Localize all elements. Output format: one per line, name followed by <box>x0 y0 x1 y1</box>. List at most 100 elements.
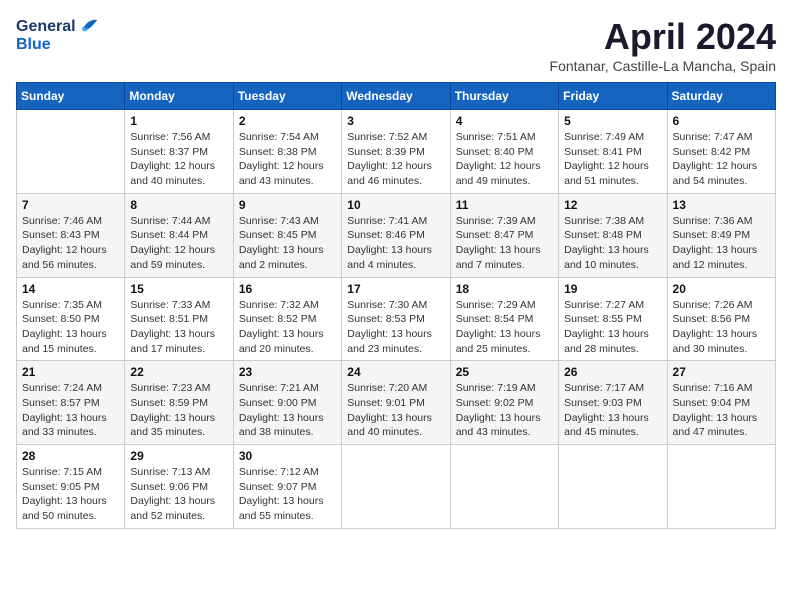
day-info: Sunrise: 7:19 AMSunset: 9:02 PMDaylight:… <box>456 381 553 440</box>
day-info: Sunrise: 7:29 AMSunset: 8:54 PMDaylight:… <box>456 298 553 357</box>
day-number: 19 <box>564 282 661 296</box>
calendar-cell: 27Sunrise: 7:16 AMSunset: 9:04 PMDayligh… <box>667 361 775 445</box>
day-info: Sunrise: 7:41 AMSunset: 8:46 PMDaylight:… <box>347 214 444 273</box>
calendar-cell: 9 Sunrise: 7:43 AMSunset: 8:45 PMDaylight… <box>233 193 341 277</box>
calendar-week-row: 1 Sunrise: 7:56 AMSunset: 8:37 PMDaylight… <box>17 110 776 194</box>
calendar-cell: 1 Sunrise: 7:56 AMSunset: 8:37 PMDaylight… <box>125 110 233 194</box>
calendar-cell: 20 Sunrise: 7:26 AMSunset: 8:56 PMDayligh… <box>667 277 775 361</box>
calendar-cell: 2 Sunrise: 7:54 AMSunset: 8:38 PMDaylight… <box>233 110 341 194</box>
day-number: 1 <box>130 114 227 128</box>
calendar-cell: 19 Sunrise: 7:27 AMSunset: 8:55 PMDayligh… <box>559 277 667 361</box>
col-monday: Monday <box>125 83 233 110</box>
calendar-week-row: 7Sunrise: 7:46 AMSunset: 8:43 PMDaylight… <box>17 193 776 277</box>
day-number: 2 <box>239 114 336 128</box>
day-number: 3 <box>347 114 444 128</box>
day-number: 17 <box>347 282 444 296</box>
day-info: Sunrise: 7:44 AMSunset: 8:44 PMDaylight:… <box>130 214 227 273</box>
day-number: 9 <box>239 198 336 212</box>
calendar-cell: 14 Sunrise: 7:35 AMSunset: 8:50 PMDayligh… <box>17 277 125 361</box>
calendar-header-row: Sunday Monday Tuesday Wednesday Thursday… <box>17 83 776 110</box>
day-info: Sunrise: 7:51 AMSunset: 8:40 PMDaylight:… <box>456 130 553 189</box>
page-header: General Blue April 2024 Fontanar, Castil… <box>16 16 776 74</box>
calendar-cell: 6Sunrise: 7:47 AMSunset: 8:42 PMDaylight… <box>667 110 775 194</box>
logo-text: General <box>16 16 100 38</box>
day-info: Sunrise: 7:27 AMSunset: 8:55 PMDaylight:… <box>564 298 661 357</box>
logo-bird-icon <box>78 16 100 38</box>
day-info: Sunrise: 7:13 AMSunset: 9:06 PMDaylight:… <box>130 465 227 524</box>
day-number: 20 <box>673 282 770 296</box>
day-info: Sunrise: 7:20 AMSunset: 9:01 PMDaylight:… <box>347 381 444 440</box>
calendar-week-row: 21Sunrise: 7:24 AMSunset: 8:57 PMDayligh… <box>17 361 776 445</box>
calendar-week-row: 28 Sunrise: 7:15 AMSunset: 9:05 PMDayligh… <box>17 445 776 529</box>
calendar-cell <box>450 445 558 529</box>
calendar-cell: 21Sunrise: 7:24 AMSunset: 8:57 PMDayligh… <box>17 361 125 445</box>
col-tuesday: Tuesday <box>233 83 341 110</box>
day-number: 26 <box>564 365 661 379</box>
month-title: April 2024 <box>550 16 776 58</box>
calendar-cell: 28 Sunrise: 7:15 AMSunset: 9:05 PMDayligh… <box>17 445 125 529</box>
day-number: 22 <box>130 365 227 379</box>
calendar-cell: 4 Sunrise: 7:51 AMSunset: 8:40 PMDaylight… <box>450 110 558 194</box>
day-number: 12 <box>564 198 661 212</box>
col-wednesday: Wednesday <box>342 83 450 110</box>
day-info: Sunrise: 7:12 AMSunset: 9:07 PMDaylight:… <box>239 465 336 524</box>
day-number: 10 <box>347 198 444 212</box>
day-info: Sunrise: 7:56 AMSunset: 8:37 PMDaylight:… <box>130 130 227 189</box>
col-thursday: Thursday <box>450 83 558 110</box>
day-number: 16 <box>239 282 336 296</box>
day-info: Sunrise: 7:35 AMSunset: 8:50 PMDaylight:… <box>22 298 119 357</box>
day-number: 28 <box>22 449 119 463</box>
day-info: Sunrise: 7:52 AMSunset: 8:39 PMDaylight:… <box>347 130 444 189</box>
day-info: Sunrise: 7:15 AMSunset: 9:05 PMDaylight:… <box>22 465 119 524</box>
calendar-week-row: 14 Sunrise: 7:35 AMSunset: 8:50 PMDayligh… <box>17 277 776 361</box>
day-info: Sunrise: 7:24 AMSunset: 8:57 PMDaylight:… <box>22 381 119 440</box>
day-info: Sunrise: 7:33 AMSunset: 8:51 PMDaylight:… <box>130 298 227 357</box>
logo-blue-text: Blue <box>16 36 100 54</box>
calendar-cell: 29 Sunrise: 7:13 AMSunset: 9:06 PMDayligh… <box>125 445 233 529</box>
calendar-cell: 16 Sunrise: 7:32 AMSunset: 8:52 PMDayligh… <box>233 277 341 361</box>
calendar-cell: 30Sunrise: 7:12 AMSunset: 9:07 PMDayligh… <box>233 445 341 529</box>
col-sunday: Sunday <box>17 83 125 110</box>
day-number: 25 <box>456 365 553 379</box>
day-info: Sunrise: 7:46 AMSunset: 8:43 PMDaylight:… <box>22 214 119 273</box>
day-number: 14 <box>22 282 119 296</box>
calendar-cell: 23Sunrise: 7:21 AMSunset: 9:00 PMDayligh… <box>233 361 341 445</box>
calendar-cell: 10 Sunrise: 7:41 AMSunset: 8:46 PMDayligh… <box>342 193 450 277</box>
day-info: Sunrise: 7:21 AMSunset: 9:00 PMDaylight:… <box>239 381 336 440</box>
day-info: Sunrise: 7:47 AMSunset: 8:42 PMDaylight:… <box>673 130 770 189</box>
day-info: Sunrise: 7:26 AMSunset: 8:56 PMDaylight:… <box>673 298 770 357</box>
calendar-cell: 11 Sunrise: 7:39 AMSunset: 8:47 PMDayligh… <box>450 193 558 277</box>
calendar-cell <box>17 110 125 194</box>
day-info: Sunrise: 7:39 AMSunset: 8:47 PMDaylight:… <box>456 214 553 273</box>
day-number: 4 <box>456 114 553 128</box>
day-number: 29 <box>130 449 227 463</box>
calendar-cell: 25 Sunrise: 7:19 AMSunset: 9:02 PMDayligh… <box>450 361 558 445</box>
calendar-cell <box>342 445 450 529</box>
calendar-cell: 15 Sunrise: 7:33 AMSunset: 8:51 PMDayligh… <box>125 277 233 361</box>
day-info: Sunrise: 7:32 AMSunset: 8:52 PMDaylight:… <box>239 298 336 357</box>
day-number: 18 <box>456 282 553 296</box>
day-number: 5 <box>564 114 661 128</box>
day-number: 13 <box>673 198 770 212</box>
day-number: 15 <box>130 282 227 296</box>
day-info: Sunrise: 7:54 AMSunset: 8:38 PMDaylight:… <box>239 130 336 189</box>
calendar-table: Sunday Monday Tuesday Wednesday Thursday… <box>16 82 776 529</box>
logo: General Blue <box>16 16 100 54</box>
calendar-cell: 8Sunrise: 7:44 AMSunset: 8:44 PMDaylight… <box>125 193 233 277</box>
day-info: Sunrise: 7:16 AMSunset: 9:04 PMDaylight:… <box>673 381 770 440</box>
title-block: April 2024 Fontanar, Castille-La Mancha,… <box>550 16 776 74</box>
calendar-cell: 18 Sunrise: 7:29 AMSunset: 8:54 PMDayligh… <box>450 277 558 361</box>
day-info: Sunrise: 7:49 AMSunset: 8:41 PMDaylight:… <box>564 130 661 189</box>
day-info: Sunrise: 7:17 AMSunset: 9:03 PMDaylight:… <box>564 381 661 440</box>
day-info: Sunrise: 7:38 AMSunset: 8:48 PMDaylight:… <box>564 214 661 273</box>
calendar-cell: 12 Sunrise: 7:38 AMSunset: 8:48 PMDayligh… <box>559 193 667 277</box>
day-number: 11 <box>456 198 553 212</box>
calendar-cell: 7Sunrise: 7:46 AMSunset: 8:43 PMDaylight… <box>17 193 125 277</box>
col-friday: Friday <box>559 83 667 110</box>
calendar-cell: 22 Sunrise: 7:23 AMSunset: 8:59 PMDayligh… <box>125 361 233 445</box>
day-info: Sunrise: 7:23 AMSunset: 8:59 PMDaylight:… <box>130 381 227 440</box>
calendar-cell <box>667 445 775 529</box>
day-info: Sunrise: 7:43 AMSunset: 8:45 PMDaylight:… <box>239 214 336 273</box>
calendar-cell: 24Sunrise: 7:20 AMSunset: 9:01 PMDayligh… <box>342 361 450 445</box>
calendar-cell: 3 Sunrise: 7:52 AMSunset: 8:39 PMDaylight… <box>342 110 450 194</box>
